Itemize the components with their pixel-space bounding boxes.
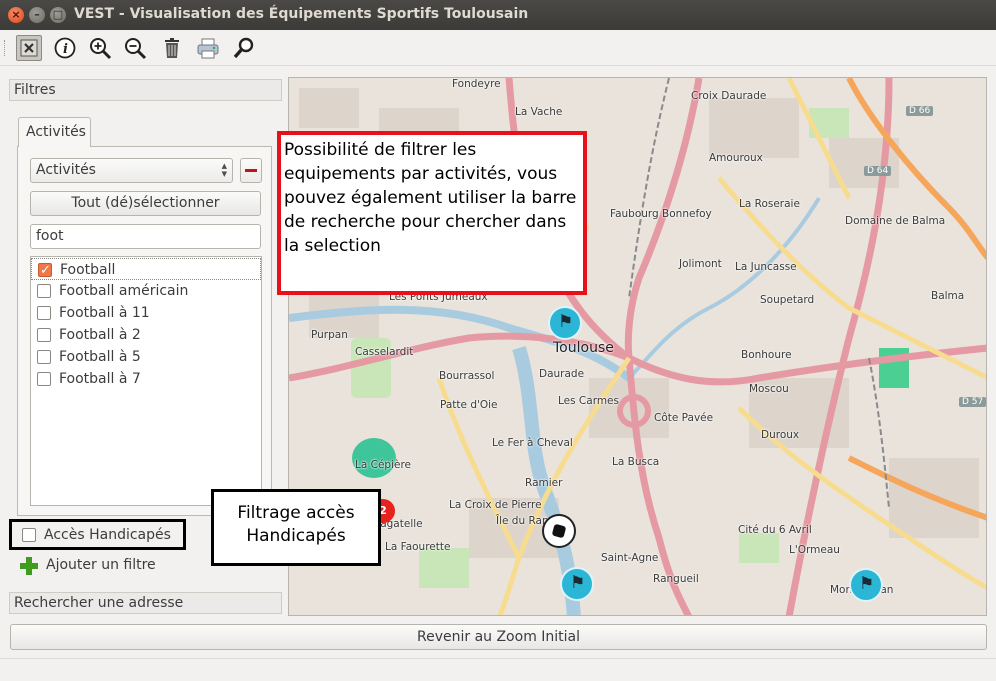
football-marker[interactable] [542, 514, 576, 548]
zoom-in-icon [90, 38, 112, 60]
activity-filter-annotation: Possibilité de filtrer les equipements p… [277, 131, 587, 295]
list-item-label: Football à 11 [59, 305, 150, 321]
checkbox[interactable] [37, 284, 51, 298]
list-item[interactable]: Football américain [31, 280, 261, 302]
map-place-label: Les Carmes [558, 395, 619, 407]
remove-filter-button[interactable] [240, 158, 262, 183]
map-place-label: Le Fer à Cheval [492, 437, 573, 449]
delete-button[interactable] [159, 35, 185, 61]
map-place-label: La Vache [515, 106, 563, 118]
checkbox[interactable] [38, 260, 52, 282]
list-item-label: Football à 5 [59, 349, 141, 365]
plus-icon [20, 557, 38, 575]
checkbox[interactable] [37, 372, 51, 386]
filter-type-value: Activités [36, 162, 96, 178]
checkbox[interactable] [37, 306, 51, 320]
checkbox[interactable] [37, 350, 51, 364]
map-place-label: Purpan [311, 329, 348, 341]
map-place-label: La Cépière [355, 459, 412, 471]
close-tool-icon [20, 39, 38, 57]
map-place-label: Ramier [525, 477, 563, 489]
road-label: D 57 [959, 397, 986, 407]
map-place-label: Domaine de Balma [845, 215, 946, 227]
search-button[interactable] [231, 35, 257, 61]
list-item[interactable]: Football à 7 [31, 368, 261, 390]
map-place-label: Bourrassol [439, 370, 495, 382]
list-item-label: Football à 7 [59, 371, 141, 387]
search-icon [233, 37, 254, 59]
printer-icon [197, 38, 219, 59]
list-item[interactable]: Football [31, 258, 261, 282]
status-bar [0, 658, 996, 681]
checkbox[interactable] [37, 328, 51, 342]
filter-type-select[interactable]: Activités ▲ ▼ [30, 158, 233, 183]
map-place-label: Duroux [761, 429, 800, 441]
map-place-label: Saint-Agne [601, 552, 659, 564]
map-place-label: Rangueil [653, 573, 699, 585]
window-maximize-button[interactable]: □ [50, 7, 66, 23]
map-place-label: Bonhoure [741, 349, 792, 361]
map-place-label: L'Ormeau [789, 544, 840, 556]
map-place-label: Moscou [749, 383, 789, 395]
map-place-label: La Roseraie [739, 198, 800, 210]
address-search-header[interactable]: Rechercher une adresse [9, 592, 282, 614]
map-place-label: Casselardit [355, 346, 414, 358]
trash-icon [165, 38, 179, 58]
title-bar: × – □ VEST - Visualisation des Équipemen… [0, 0, 996, 30]
map-place-label: Balma [931, 290, 965, 302]
zoom-out-icon [125, 38, 147, 60]
info-button[interactable]: i [52, 35, 78, 61]
window-minimize-button[interactable]: – [29, 7, 45, 23]
window-title: VEST - Visualisation des Équipements Spo… [74, 6, 529, 22]
map-place-label: La Juncasse [735, 261, 797, 273]
map-place-label: Daurade [539, 368, 585, 380]
window-close-button[interactable]: × [8, 7, 24, 23]
sport-facility-marker[interactable] [548, 306, 582, 340]
map-place-label: La Faourette [385, 541, 451, 553]
tab-activities[interactable]: Activités [18, 117, 91, 147]
list-item-label: Football à 2 [59, 327, 141, 343]
list-item[interactable]: Football à 2 [31, 324, 261, 346]
sport-facility-marker[interactable] [560, 567, 594, 601]
handicap-label[interactable]: Accès Handicapés [44, 527, 171, 543]
sport-facility-marker[interactable] [849, 568, 883, 602]
map-place-label: Fondeyre [452, 78, 501, 90]
toolbar: i [0, 30, 996, 66]
map-place-label: La Busca [612, 456, 660, 468]
map-place-label: Croix Daurade [691, 90, 767, 102]
activity-list: Football Football américain Football à 1… [30, 256, 262, 506]
list-item[interactable]: Football à 5 [31, 346, 261, 368]
list-item[interactable]: Football à 11 [31, 302, 261, 324]
info-icon: i [54, 37, 76, 59]
zoom-out-button[interactable] [122, 35, 148, 61]
map-place-label: Soupetard [760, 294, 815, 306]
map-place-label: Amouroux [709, 152, 763, 164]
road-label: D 66 [906, 106, 934, 116]
map-place-label: Toulouse [553, 340, 614, 356]
handicap-checkbox[interactable] [22, 528, 36, 542]
map-place-label: Patte d'Oie [440, 399, 498, 411]
reset-zoom-button[interactable]: Revenir au Zoom Initial [10, 624, 987, 650]
zoom-in-button[interactable] [87, 35, 113, 61]
add-filter-label: Ajouter un filtre [46, 557, 156, 573]
map-place-label: Côte Pavée [654, 412, 714, 424]
filters-header[interactable]: Filtres [9, 79, 282, 101]
toolbar-grip[interactable] [4, 40, 7, 56]
combo-arrows-icon: ▲ ▼ [221, 162, 227, 178]
handicap-filter-highlight: Accès Handicapés [9, 519, 186, 550]
handicap-filter-annotation: Filtrage accès Handicapés [211, 489, 381, 566]
print-button[interactable] [195, 35, 221, 61]
map-place-label: Cité du 6 Avril [738, 524, 812, 536]
list-item-label: Football [60, 262, 116, 278]
map-place-label: Faubourg Bonnefoy [610, 208, 712, 220]
toggle-all-button[interactable]: Tout (dé)sélectionner [30, 191, 261, 216]
svg-text:i: i [63, 42, 68, 57]
road-label: D 64 [864, 166, 892, 176]
activity-search-input[interactable]: foot [30, 224, 261, 249]
list-item-label: Football américain [59, 283, 189, 299]
map-place-label: La Croix de Pierre [449, 499, 542, 511]
close-tool-button[interactable] [16, 35, 42, 61]
map-place-label: Jolimont [679, 258, 722, 270]
